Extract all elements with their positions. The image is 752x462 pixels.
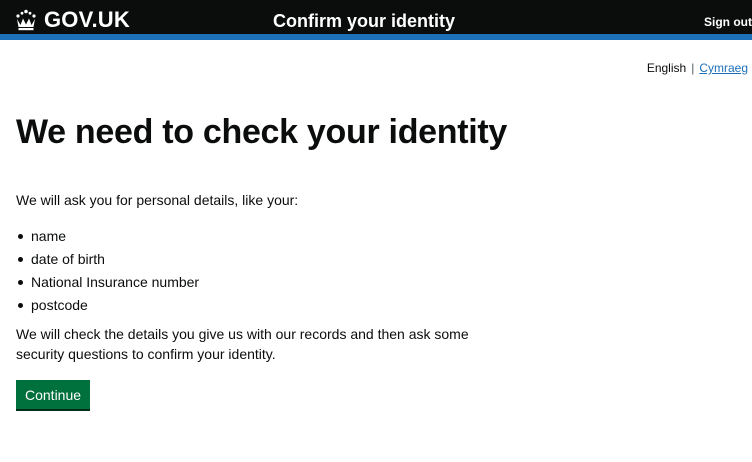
list-item: postcode (16, 295, 536, 315)
list-item: National Insurance number (16, 272, 536, 292)
main-content: We need to check your identity We will a… (16, 113, 536, 409)
personal-details-list: name date of birth National Insurance nu… (16, 226, 536, 315)
page-title: We need to check your identity (16, 113, 508, 151)
check-details-text: We will check the details you give us wi… (16, 326, 469, 362)
govuk-logo-link[interactable]: GOV.UK (14, 7, 130, 33)
language-separator: | (691, 61, 695, 75)
continue-button[interactable]: Continue (16, 380, 91, 409)
intro-text: We will ask you for personal details, li… (16, 192, 299, 208)
list-item: date of birth (16, 249, 536, 269)
language-current-english: English (646, 61, 687, 75)
list-item: name (16, 226, 536, 246)
language-toggle: English | Cymraeg (647, 60, 748, 76)
govuk-wordmark: GOV.UK (44, 7, 130, 32)
site-header: GOV.UK Confirm your identity Sign out (0, 0, 752, 40)
language-link-cymraeg[interactable]: Cymraeg (699, 60, 748, 76)
service-name[interactable]: Confirm your identity (273, 9, 455, 33)
sign-out-link[interactable]: Sign out (704, 14, 752, 30)
crown-icon (16, 9, 36, 31)
